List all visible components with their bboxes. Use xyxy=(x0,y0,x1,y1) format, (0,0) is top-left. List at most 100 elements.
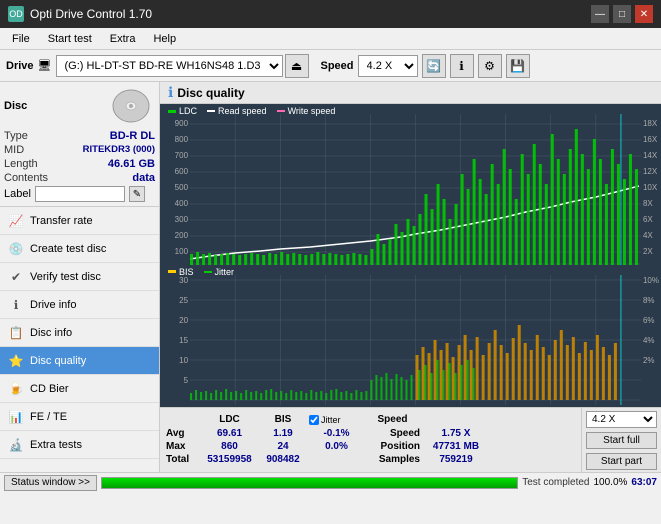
fe-te-icon: 📊 xyxy=(8,409,24,425)
position-label: Position xyxy=(365,441,420,452)
drive-label: Drive xyxy=(6,60,34,72)
disc-icon xyxy=(107,86,155,126)
info-button[interactable]: ℹ xyxy=(450,54,474,78)
disc-quality-header-icon: ℹ xyxy=(168,84,173,101)
svg-text:10%: 10% xyxy=(643,276,659,285)
svg-text:800: 800 xyxy=(175,135,189,144)
svg-text:8X: 8X xyxy=(643,199,653,208)
drive-select[interactable]: (G:) HL-DT-ST BD-RE WH16NS48 1.D3 xyxy=(56,55,283,77)
app-icon: OD xyxy=(8,6,24,22)
bottom-chart: BIS Jitter xyxy=(160,265,661,407)
status-text: Test completed xyxy=(522,477,589,488)
disc-panel: Disc Type BD-R DL MID RITEKDR3 (000) Le xyxy=(0,82,159,207)
bottom-chart-legend: BIS Jitter xyxy=(168,267,234,277)
start-part-button[interactable]: Start part xyxy=(586,453,657,470)
content-area: ℹ Disc quality LDC Read speed Write spee… xyxy=(160,82,661,472)
svg-text:2%: 2% xyxy=(643,356,655,365)
svg-text:18X: 18X xyxy=(643,119,658,128)
jitter-check: Jitter xyxy=(309,415,364,425)
svg-text:4%: 4% xyxy=(643,336,655,345)
extra-tests-icon: 🔬 xyxy=(8,437,24,453)
sidebar-item-extra-tests[interactable]: 🔬 Extra tests xyxy=(0,431,159,459)
svg-text:12X: 12X xyxy=(643,167,658,176)
menu-bar: File Start test Extra Help xyxy=(0,28,661,50)
max-bis: 24 xyxy=(258,441,308,452)
disc-title: Disc xyxy=(4,100,27,112)
maximize-button[interactable]: □ xyxy=(613,5,631,23)
svg-text:15: 15 xyxy=(179,336,188,345)
close-button[interactable]: ✕ xyxy=(635,5,653,23)
legend-bis: BIS xyxy=(168,267,194,277)
svg-text:10X: 10X xyxy=(643,183,658,192)
sidebar-item-cd-bier[interactable]: 🍺 CD Bier xyxy=(0,375,159,403)
svg-text:700: 700 xyxy=(175,151,189,160)
total-label: Total xyxy=(166,454,201,465)
avg-bis: 1.19 xyxy=(258,428,308,439)
speed-speed-label: Speed xyxy=(365,428,420,439)
svg-text:6X: 6X xyxy=(643,215,653,224)
top-chart: LDC Read speed Write speed xyxy=(160,104,661,265)
eject-button[interactable]: ⏏ xyxy=(285,54,309,78)
position-value: 47731 MB xyxy=(421,441,491,452)
top-chart-legend: LDC Read speed Write speed xyxy=(168,106,335,116)
disc-quality-title: Disc quality xyxy=(177,86,244,100)
top-chart-svg: 900 800 700 600 500 400 300 200 100 18X … xyxy=(160,104,661,265)
menu-file[interactable]: File xyxy=(4,31,38,47)
window-controls: — □ ✕ xyxy=(591,5,653,23)
svg-text:10: 10 xyxy=(179,356,188,365)
nav-list: 📈 Transfer rate 💿 Create test disc ✔ Ver… xyxy=(0,207,159,459)
legend-write-speed: Write speed xyxy=(277,106,336,116)
sidebar-item-fe-te[interactable]: 📊 FE / TE xyxy=(0,403,159,431)
create-test-disc-icon: 💿 xyxy=(8,241,24,257)
progress-bar-fill xyxy=(102,478,517,488)
verify-test-disc-icon: ✔ xyxy=(8,269,24,285)
status-bar: Status window >> Test completed 100.0% 6… xyxy=(0,472,661,492)
settings-button[interactable]: ⚙ xyxy=(478,54,502,78)
speed-select[interactable]: 4.2 X xyxy=(358,55,418,77)
save-button[interactable]: 💾 xyxy=(506,54,530,78)
refresh-button[interactable]: 🔄 xyxy=(422,54,446,78)
sidebar-item-create-test-disc[interactable]: 💿 Create test disc xyxy=(0,235,159,263)
label-input[interactable] xyxy=(35,186,125,202)
bottom-chart-svg: 30 25 20 15 10 5 10% 8% 6% 4% 2% 0.0 5.0… xyxy=(160,265,661,407)
sidebar-item-drive-info[interactable]: ℹ Drive info xyxy=(0,291,159,319)
label-edit-button[interactable]: ✎ xyxy=(129,186,145,202)
sidebar-item-disc-quality[interactable]: ⭐ Disc quality xyxy=(0,347,159,375)
start-full-button[interactable]: Start full xyxy=(586,432,657,449)
sidebar: Disc Type BD-R DL MID RITEKDR3 (000) Le xyxy=(0,82,160,472)
status-percent: 100.0% xyxy=(594,477,628,488)
svg-text:100: 100 xyxy=(175,247,189,256)
sidebar-item-disc-info[interactable]: 📋 Disc info xyxy=(0,319,159,347)
menu-start-test[interactable]: Start test xyxy=(40,31,100,47)
svg-text:16X: 16X xyxy=(643,135,658,144)
svg-text:14X: 14X xyxy=(643,151,658,160)
stats-section: LDC BIS Jitter Speed Avg 69.61 1.19 -0.1… xyxy=(160,407,661,472)
cd-bier-icon: 🍺 xyxy=(8,381,24,397)
jitter-checkbox[interactable] xyxy=(309,415,319,425)
transfer-rate-icon: 📈 xyxy=(8,213,24,229)
speed-select-stats[interactable]: 4.2 X xyxy=(586,411,657,428)
minimize-button[interactable]: — xyxy=(591,5,609,23)
progress-bar-container xyxy=(101,477,518,489)
svg-text:900: 900 xyxy=(175,119,189,128)
total-ldc: 53159958 xyxy=(202,454,257,465)
svg-text:8%: 8% xyxy=(643,296,655,305)
sidebar-item-transfer-rate[interactable]: 📈 Transfer rate xyxy=(0,207,159,235)
menu-help[interactable]: Help xyxy=(145,31,184,47)
max-ldc: 860 xyxy=(202,441,257,452)
menu-extra[interactable]: Extra xyxy=(102,31,144,47)
svg-text:200: 200 xyxy=(175,231,189,240)
stats-main: LDC BIS Jitter Speed Avg 69.61 1.19 -0.1… xyxy=(160,408,581,472)
samples-value: 759219 xyxy=(421,454,491,465)
label-row: Label ✎ xyxy=(4,186,155,202)
legend-jitter: Jitter xyxy=(204,267,235,277)
status-window-button[interactable]: Status window >> xyxy=(4,475,97,491)
right-panel: 4.2 X Start full Start part xyxy=(581,408,661,472)
col-speed-label: Speed xyxy=(365,414,420,425)
sidebar-item-verify-test-disc[interactable]: ✔ Verify test disc xyxy=(0,263,159,291)
svg-text:30: 30 xyxy=(179,276,188,285)
col-bis: BIS xyxy=(258,414,308,425)
svg-text:2X: 2X xyxy=(643,247,653,256)
app-title: Opti Drive Control 1.70 xyxy=(30,7,152,21)
drive-info-icon: ℹ xyxy=(8,297,24,313)
